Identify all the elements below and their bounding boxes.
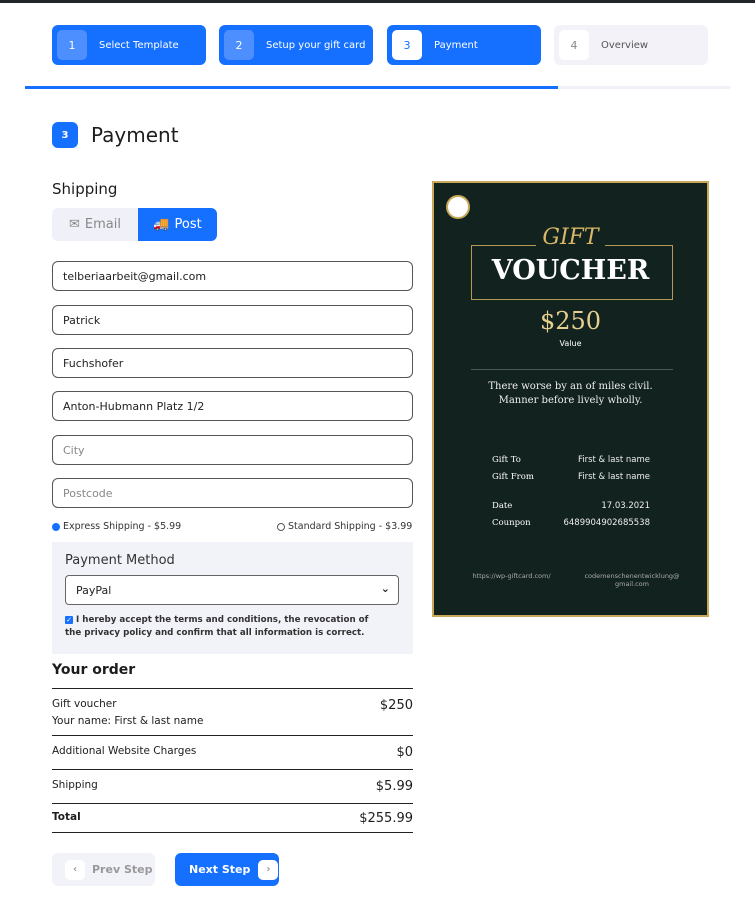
voucher-message: There worse by an of miles civil. Manner …: [488, 381, 653, 406]
total-amount: $255.99: [359, 811, 413, 826]
step-number: 1: [57, 30, 87, 60]
divider: [52, 735, 413, 736]
divider: [52, 832, 413, 833]
city-field[interactable]: [52, 435, 413, 465]
order-row-shipping: Shipping $5.99: [52, 779, 413, 794]
voucher-value: $250: [539, 307, 602, 335]
tag-hole-icon: [446, 195, 470, 219]
radio-label: Standard Shipping - $3.99: [288, 521, 413, 532]
step-overview[interactable]: 4 Overview: [554, 25, 708, 65]
street-field[interactable]: [52, 391, 413, 421]
step-number: 2: [224, 30, 254, 60]
shipping-amount: $5.99: [375, 779, 413, 794]
payment-method-title: Payment Method: [65, 553, 175, 568]
last-name-field[interactable]: [52, 348, 413, 378]
top-bar: [0, 0, 755, 3]
voucher-preview: GIFT VOUCHER $250 Value There worse by a…: [432, 181, 709, 617]
truck-icon: 🚚: [153, 217, 170, 232]
divider: [52, 769, 413, 770]
step-number: 4: [559, 30, 589, 60]
charges-amount: $0: [396, 745, 413, 760]
post-shipping-button[interactable]: 🚚 Post: [138, 208, 217, 241]
gift-from-value: First & last name: [577, 472, 650, 482]
chevron-down-icon: ⌄: [380, 582, 390, 595]
radio-selected-icon: [52, 522, 60, 531]
envelope-icon: ✉: [69, 217, 80, 232]
chevron-right-icon: ›: [258, 859, 279, 880]
standard-shipping-radio[interactable]: Standard Shipping - $3.99: [277, 521, 412, 532]
gift-to-value: First & last name: [577, 455, 650, 465]
terms-checkbox[interactable]: ✓ I hereby accept the terms and condition…: [65, 614, 385, 640]
chevron-left-icon: ‹: [65, 859, 85, 880]
divider: [52, 688, 413, 689]
item-label: Gift voucher: [52, 698, 117, 710]
item-sub: Your name: First & last name: [52, 715, 204, 727]
next-step-button[interactable]: Next Step ›: [175, 853, 279, 886]
voucher-title: VOUCHER: [491, 255, 650, 286]
voucher-value-label: Value: [559, 339, 582, 348]
gift-from-label: Gift From: [492, 472, 534, 482]
step-label: Payment: [434, 39, 478, 51]
next-label: Next Step: [189, 863, 251, 876]
shipping-row-label: Shipping: [52, 779, 98, 791]
shipping-toggle: ✉ Email 🚚 Post: [52, 208, 217, 241]
order-row-gift-voucher: Gift voucher Your name: First & last name…: [52, 698, 413, 727]
step-label: Overview: [601, 39, 649, 51]
terms-label: I hereby accept the terms and conditions…: [65, 615, 369, 638]
step-select-template[interactable]: 1 Select Template: [52, 25, 206, 65]
voucher-gift-text: GIFT: [434, 225, 707, 250]
progress-fill: [25, 86, 558, 89]
postcode-field[interactable]: [52, 478, 413, 508]
gift-to-label: Gift To: [492, 455, 521, 465]
order-row-total: Total $255.99: [52, 811, 413, 826]
selected-value: PayPal: [76, 584, 112, 597]
charges-label: Additional Website Charges: [52, 745, 197, 757]
shipping-label: Shipping: [52, 180, 118, 198]
date-value: 17.03.2021: [601, 501, 650, 511]
step-label: Setup your gift card: [266, 39, 366, 51]
step-setup-gift-card[interactable]: 2 Setup your gift card: [219, 25, 373, 65]
email-label: Email: [84, 217, 121, 232]
step-payment[interactable]: 3 Payment: [387, 25, 541, 65]
email-field[interactable]: [52, 261, 413, 291]
page-title: Payment: [91, 123, 179, 147]
order-title: Your order: [52, 662, 136, 678]
coupon-value: 6489904902685538: [563, 518, 650, 528]
radio-icon: [277, 522, 285, 531]
payment-method-select[interactable]: PayPal ⌄: [65, 575, 399, 605]
express-shipping-radio[interactable]: Express Shipping - $5.99: [52, 521, 181, 532]
step-label: Select Template: [99, 39, 179, 51]
payment-method-panel: Payment Method PayPal ⌄ ✓ I hereby accept …: [52, 542, 413, 654]
progress-bar: [25, 86, 730, 89]
total-label: Total: [52, 811, 81, 823]
coupon-label: Counpon: [492, 518, 531, 528]
email-shipping-button[interactable]: ✉ Email: [52, 208, 138, 241]
post-label: Post: [174, 217, 202, 232]
item-amount: $250: [379, 698, 413, 713]
order-row-charges: Additional Website Charges $0: [52, 745, 413, 760]
divider: [471, 369, 673, 370]
section-badge: 3: [52, 122, 78, 148]
step-number: 3: [392, 30, 422, 60]
prev-label: Prev Step: [92, 863, 153, 876]
prev-step-button[interactable]: ‹ Prev Step: [52, 853, 155, 886]
checkmark-icon: ✓: [65, 615, 73, 624]
voucher-url: https://wp-giftcard.com/: [472, 572, 551, 580]
radio-label: Express Shipping - $5.99: [63, 521, 182, 532]
divider: [52, 803, 413, 804]
first-name-field[interactable]: [52, 305, 413, 335]
voucher-email: codemenschenentwicklung@ gmail.com: [584, 572, 680, 588]
date-label: Date: [492, 501, 513, 511]
